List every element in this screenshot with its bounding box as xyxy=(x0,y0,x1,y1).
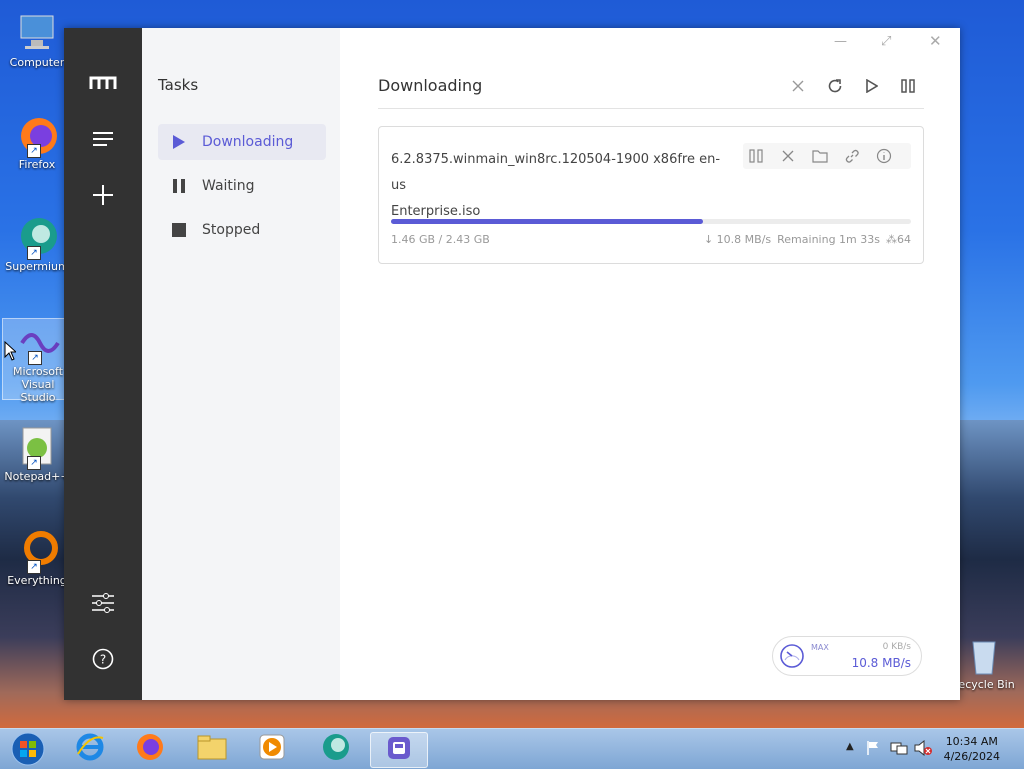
visual-studio-icon: ↗ xyxy=(16,319,60,365)
nav-rail: ? xyxy=(64,28,142,700)
resume-all-icon[interactable] xyxy=(860,74,884,98)
play-icon xyxy=(172,135,186,149)
connections-icon: ⁂ xyxy=(886,233,897,246)
taskbar-media-player[interactable] xyxy=(244,732,300,766)
clear-tasks-icon[interactable] xyxy=(786,74,810,98)
close-icon[interactable]: ✕ xyxy=(929,32,942,50)
shortcut-arrow-icon: ↗ xyxy=(27,456,41,470)
system-clock[interactable]: 10:34 AM 4/26/2024 xyxy=(944,734,1000,764)
pause-task-icon[interactable] xyxy=(745,145,767,167)
shortcut-arrow-icon: ↗ xyxy=(27,144,41,158)
info-icon[interactable] xyxy=(873,145,895,167)
firefox-icon xyxy=(135,732,165,766)
desktop-icon-everything[interactable]: ↗ Everything xyxy=(2,528,72,587)
taskbar-supermium[interactable] xyxy=(308,732,364,766)
add-task-icon[interactable] xyxy=(88,180,118,210)
sidebar-item-label: Waiting xyxy=(202,178,255,194)
desktop-icon-firefox[interactable]: ↗ Firefox xyxy=(2,112,72,171)
speed-max-label: MAX xyxy=(811,643,829,652)
pause-icon xyxy=(172,179,186,193)
maximize-icon[interactable]: ⤢ xyxy=(881,34,891,49)
page-title: Downloading xyxy=(378,76,483,95)
sidebar-item-label: Stopped xyxy=(202,222,261,238)
connections: ⁂64 xyxy=(886,233,911,246)
notepadpp-icon: ↗ xyxy=(15,424,59,470)
desktop-icon-supermium[interactable]: ↗ Supermium xyxy=(2,214,72,273)
stop-icon xyxy=(172,223,186,237)
task-filename: 6.2.8375.winmain_win8rc.120504-1900 x86f… xyxy=(391,147,731,225)
sidebar-item-downloading[interactable]: Downloading xyxy=(158,124,326,160)
help-icon[interactable]: ? xyxy=(88,644,118,674)
supermium-icon xyxy=(320,732,352,766)
connections-count: 64 xyxy=(897,233,911,246)
desktop-icon-computer[interactable]: Computer xyxy=(2,10,72,69)
desktop-icon-label: Firefox xyxy=(18,158,56,171)
link-icon[interactable] xyxy=(841,145,863,167)
desktop-icon-label: Supermium xyxy=(5,260,69,273)
shortcut-arrow-icon: ↗ xyxy=(27,246,41,260)
main-panel: — ⤢ ✕ Downloading 6.2.8375.winmain_win8r… xyxy=(340,28,960,700)
preferences-icon[interactable] xyxy=(88,588,118,618)
app-logo-icon[interactable] xyxy=(88,68,118,98)
task-sidebar: Tasks Downloading Waiting Stopped xyxy=(142,28,340,700)
download-speed: ↓ 10.8 MB/s xyxy=(703,233,772,246)
taskbar-motrix[interactable] xyxy=(370,732,428,768)
task-filename-line1: 6.2.8375.winmain_win8rc.120504-1900 x86f… xyxy=(391,152,721,193)
firefox-icon: ↗ xyxy=(15,112,59,158)
delete-task-icon[interactable] xyxy=(777,145,799,167)
time-remaining: Remaining 1m 33s xyxy=(777,233,880,246)
total-download-speed: 10.8 MB/s xyxy=(851,656,911,670)
speedometer-icon xyxy=(779,643,805,673)
taskbar-ie[interactable] xyxy=(62,732,118,766)
supermium-icon: ↗ xyxy=(15,214,59,260)
taskbar-firefox[interactable] xyxy=(122,732,178,766)
pause-all-icon[interactable] xyxy=(896,74,920,98)
media-player-icon xyxy=(257,732,287,766)
taskbar-explorer[interactable] xyxy=(184,732,240,766)
action-center-flag-icon[interactable] xyxy=(866,740,880,760)
desktop-icon-label: Microsoft Visual Studio xyxy=(12,365,64,404)
recycle-bin-icon xyxy=(961,632,1005,676)
motrix-window: ? Tasks Downloading Waiting Stopped — ⤢ … xyxy=(64,28,960,700)
folder-icon[interactable] xyxy=(809,145,831,167)
desktop-icon-label: Everything xyxy=(7,574,67,587)
sidebar-title: Tasks xyxy=(158,76,199,94)
desktop-icon-notepadpp[interactable]: ↗ Notepad++ xyxy=(2,424,72,483)
shortcut-arrow-icon: ↗ xyxy=(27,560,41,574)
task-card[interactable]: 6.2.8375.winmain_win8rc.120504-1900 x86f… xyxy=(378,126,924,264)
header-divider xyxy=(378,108,924,109)
show-hidden-icons[interactable]: ▲ xyxy=(846,741,854,752)
upload-speed: 0 KB/s xyxy=(882,642,911,652)
desktop-icon-label: Notepad++ xyxy=(4,470,70,483)
speedometer[interactable]: MAX 0 KB/s 10.8 MB/s xyxy=(772,636,922,676)
sidebar-item-waiting[interactable]: Waiting xyxy=(158,168,326,204)
desktop-icon-label: Computer xyxy=(9,56,65,69)
mouse-cursor-icon xyxy=(4,340,18,365)
internet-explorer-icon xyxy=(75,732,105,766)
folder-icon xyxy=(196,733,228,765)
progress-bar xyxy=(391,219,911,224)
everything-icon: ↗ xyxy=(15,528,59,574)
network-icon[interactable] xyxy=(890,740,908,760)
task-list-icon[interactable] xyxy=(88,124,118,154)
taskbar: ▲ 10:34 AM 4/26/2024 xyxy=(0,728,1024,769)
progress-fill xyxy=(391,219,703,224)
start-button[interactable] xyxy=(0,732,56,766)
shortcut-arrow-icon: ↗ xyxy=(28,351,42,365)
svg-text:?: ? xyxy=(100,653,106,667)
motrix-app-icon xyxy=(385,734,413,766)
sidebar-item-stopped[interactable]: Stopped xyxy=(158,212,326,248)
sidebar-item-label: Downloading xyxy=(202,134,294,150)
volume-muted-icon[interactable] xyxy=(914,739,932,760)
computer-icon xyxy=(15,10,59,54)
clock-time: 10:34 AM xyxy=(945,735,998,748)
refresh-icon[interactable] xyxy=(823,74,847,98)
task-size-progress: 1.46 GB / 2.43 GB xyxy=(391,233,490,246)
minimize-icon[interactable]: — xyxy=(834,34,847,49)
task-stats: ↓ 10.8 MB/s Remaining 1m 33s ⁂64 xyxy=(704,233,911,246)
clock-date: 4/26/2024 xyxy=(943,750,1000,763)
